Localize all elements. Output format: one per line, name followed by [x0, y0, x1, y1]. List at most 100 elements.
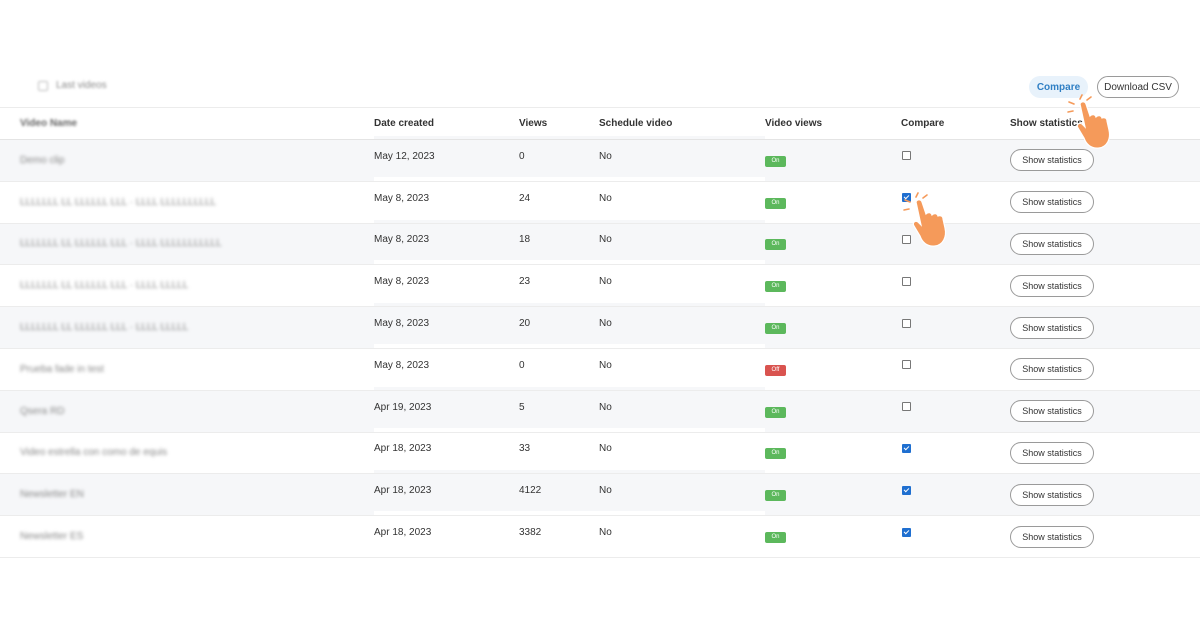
show-statistics-cell: Show statistics [1010, 348, 1200, 390]
schedule-video-cell: No [599, 318, 612, 330]
compare-checkbox[interactable] [902, 276, 911, 286]
video-views-cell: On [765, 223, 901, 265]
show-statistics-cell: Show statistics [1010, 474, 1200, 516]
status-badge[interactable]: On [765, 239, 786, 251]
video-views-cell: On [765, 181, 901, 223]
table-row: Qsera RD Apr 19, 2023 5 No On Show statistics [0, 390, 1200, 433]
show-statistics-cell: Show statistics [1010, 265, 1200, 307]
show-statistics-button[interactable]: Show statistics [1010, 483, 1094, 506]
video-name-cell[interactable]: Qsera RD [0, 390, 374, 432]
compare-cell [901, 432, 1010, 474]
list-title: Last videos [38, 80, 107, 91]
date-created-cell: May 12, 2023 [374, 150, 435, 162]
video-name-cell[interactable]: Video estrella con como de equis [0, 432, 374, 474]
list-icon [38, 80, 48, 91]
video-views-cell: On [765, 474, 901, 516]
date-created-cell: May 8, 2023 [374, 318, 430, 330]
toolbar: Last videos Compare Download CSV [0, 76, 1200, 100]
status-badge[interactable]: Off [765, 364, 786, 376]
video-views-cell: On [765, 432, 901, 474]
status-badge[interactable]: On [765, 406, 786, 418]
date-created-cell: Apr 18, 2023 [374, 485, 432, 497]
show-statistics-button[interactable]: Show statistics [1010, 525, 1094, 548]
views-cell: 4122 [519, 485, 542, 497]
compare-cell [901, 307, 1010, 349]
compare-cell [901, 348, 1010, 390]
show-statistics-button[interactable]: Show statistics [1010, 274, 1094, 297]
show-statistics-button[interactable]: Show statistics [1010, 441, 1094, 464]
compare-cell [901, 140, 1010, 182]
schedule-video-cell: No [599, 192, 612, 204]
date-created-cell: May 8, 2023 [374, 359, 430, 371]
video-name-cell[interactable]: LLLLLLL LL LLLLLL LLL · LLLL LLLLL [0, 307, 374, 349]
video-name-cell[interactable]: LLLLLLL LL LLLLLL LLL · LLLL LLLLLLLLLL [0, 181, 374, 223]
video-name-cell[interactable]: Demo clip [0, 140, 374, 182]
status-badge[interactable]: On [765, 532, 786, 544]
status-badge[interactable]: On [765, 448, 786, 460]
views-cell: 24 [519, 192, 531, 204]
show-statistics-button[interactable]: Show statistics [1010, 149, 1094, 172]
show-statistics-cell: Show statistics [1010, 140, 1200, 182]
views-cell: 18 [519, 234, 531, 246]
date-created-cell: Apr 19, 2023 [374, 401, 432, 413]
compare-checkbox[interactable] [902, 151, 911, 161]
show-statistics-button[interactable]: Show statistics [1010, 232, 1094, 255]
video-name-cell[interactable]: Prueba fade in test [0, 348, 374, 390]
views-cell: 33 [519, 443, 531, 455]
views-cell: 23 [519, 276, 531, 288]
compare-checkbox[interactable] [902, 402, 911, 412]
status-badge[interactable]: On [765, 155, 786, 167]
status-badge[interactable]: On [765, 281, 786, 293]
video-views-cell: On [765, 390, 901, 432]
compare-checkbox[interactable] [902, 234, 911, 244]
show-statistics-cell: Show statistics [1010, 390, 1200, 432]
show-statistics-cell: Show statistics [1010, 181, 1200, 223]
table-row: Prueba fade in test May 8, 2023 0 No Off Show… [0, 348, 1200, 391]
views-cell: 0 [519, 150, 525, 162]
compare-checkbox[interactable] [902, 193, 911, 203]
schedule-video-cell: No [599, 276, 612, 288]
status-badge[interactable]: On [765, 197, 786, 209]
video-views-cell: On [765, 307, 901, 349]
compare-checkbox[interactable] [902, 360, 911, 370]
table-row: LLLLLLL LL LLLLLL LLL · LLLL LLLLLLLLLLL… [0, 223, 1200, 265]
show-statistics-button[interactable]: Show statistics [1010, 358, 1094, 381]
show-statistics-cell: Show statistics [1010, 432, 1200, 474]
show-statistics-button[interactable]: Show statistics [1010, 316, 1094, 339]
status-badge[interactable]: On [765, 490, 786, 502]
status-badge[interactable]: On [765, 323, 786, 335]
col-show-statistics: Show statistics [1010, 118, 1083, 129]
schedule-video-cell: No [599, 401, 612, 413]
show-statistics-cell: Show statistics [1010, 307, 1200, 349]
video-views-cell: On [765, 140, 901, 182]
schedule-video-cell: No [599, 485, 612, 497]
table-row: LLLLLLL LL LLLLLL LLL · LLLL LLLLL May 8,… [0, 306, 1200, 349]
date-created-cell: Apr 18, 2023 [374, 443, 432, 455]
compare-button[interactable]: Compare [1029, 76, 1088, 98]
show-statistics-button[interactable]: Show statistics [1010, 191, 1094, 214]
table-row: Demo clip May 12, 2023 0 No On Show statistic… [0, 139, 1200, 182]
video-name-cell[interactable]: Newsletter EN [0, 474, 374, 516]
video-name-cell[interactable]: LLLLLLL LL LLLLLL LLL · LLLL LLLLL [0, 265, 374, 307]
show-statistics-button[interactable]: Show statistics [1010, 400, 1094, 423]
compare-checkbox[interactable] [902, 443, 911, 453]
schedule-video-cell: No [599, 234, 612, 246]
compare-cell [901, 516, 1010, 558]
schedule-video-cell: No [599, 443, 612, 455]
compare-checkbox[interactable] [902, 527, 911, 537]
col-video-views: Video views [765, 118, 823, 129]
video-name-cell[interactable]: Newsletter ES [0, 516, 374, 558]
table-row: LLLLLLL LL LLLLLL LLL · LLLL LLLLL May 8,… [0, 265, 1200, 307]
compare-checkbox[interactable] [902, 485, 911, 495]
download-csv-button[interactable]: Download CSV [1097, 76, 1179, 98]
video-name-cell[interactable]: LLLLLLL LL LLLLLL LLL · LLLL LLLLLLLLLLL [0, 223, 374, 265]
table-row: Newsletter EN Apr 18, 2023 4122 No On Show st… [0, 473, 1200, 516]
show-statistics-cell: Show statistics [1010, 516, 1200, 558]
schedule-video-cell: No [599, 150, 612, 162]
video-views-cell: Off [765, 348, 901, 390]
col-video-name: Video Name [20, 118, 78, 129]
compare-checkbox[interactable] [902, 318, 911, 328]
video-views-cell: On [765, 516, 901, 558]
video-views-cell: On [765, 265, 901, 307]
views-cell: 0 [519, 359, 525, 371]
